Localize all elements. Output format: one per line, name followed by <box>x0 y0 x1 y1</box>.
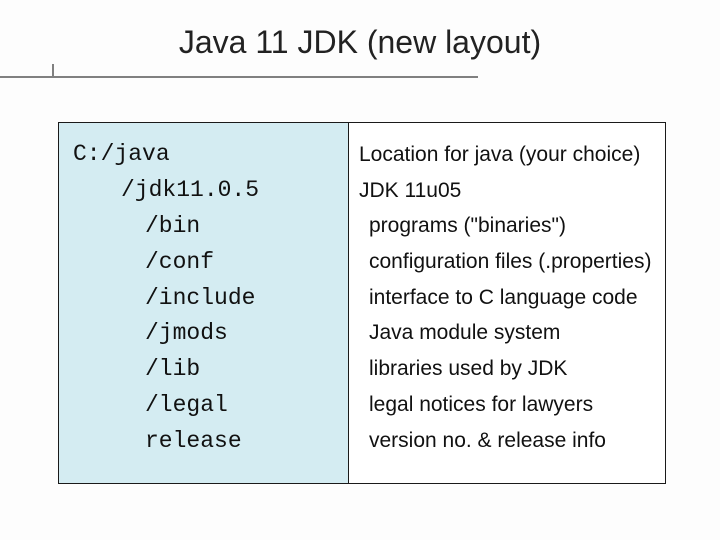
content-box: C:/java /jdk11.0.5 /bin /conf /include /… <box>58 122 666 484</box>
tree-conf: /conf <box>73 245 348 281</box>
tree-bin: /bin <box>73 209 348 245</box>
desc-include: interface to C language code <box>359 280 657 316</box>
tree-jmods: /jmods <box>73 316 348 352</box>
desc-release: version no. & release info <box>359 423 657 459</box>
desc-lib: libraries used by JDK <box>359 351 657 387</box>
tree-root: C:/java <box>73 137 348 173</box>
desc-conf: configuration files (.properties) <box>359 244 657 280</box>
desc-root: Location for java (your choice) <box>359 137 657 173</box>
desc-jmods: Java module system <box>359 315 657 351</box>
tree-release: release <box>73 424 348 460</box>
tree-lib: /lib <box>73 352 348 388</box>
desc-legal: legal notices for lawyers <box>359 387 657 423</box>
desc-jdk: JDK 11u05 <box>359 173 657 209</box>
desc-bin: programs ("binaries") <box>359 208 657 244</box>
tree-legal: /legal <box>73 388 348 424</box>
title-underline <box>0 76 478 78</box>
tree-jdk: /jdk11.0.5 <box>73 173 348 209</box>
title-tick <box>52 64 54 76</box>
tree-include: /include <box>73 281 348 317</box>
slide-title: Java 11 JDK (new layout) <box>0 0 720 69</box>
descriptions: Location for java (your choice) JDK 11u0… <box>349 123 665 483</box>
directory-tree: C:/java /jdk11.0.5 /bin /conf /include /… <box>59 123 349 483</box>
